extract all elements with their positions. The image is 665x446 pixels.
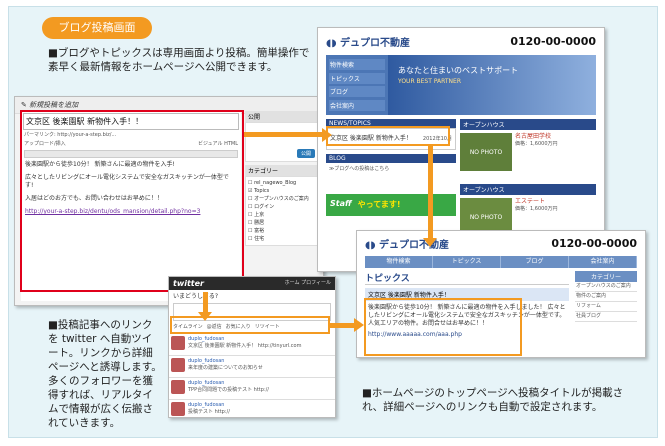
blog-link[interactable]: ≫ブログへの投稿はこちら — [326, 163, 456, 176]
twitter-logo[interactable]: twitter — [173, 279, 204, 288]
site-logo: ◖◗ デュプロ不動産 — [326, 38, 411, 49]
category-item[interactable]: ☐ 上京 — [248, 211, 316, 219]
tweet-user: duplo_fudosan — [188, 336, 225, 342]
page2-nav: 物件検索 トピックス ブログ 会社案内 — [365, 256, 637, 268]
arrow-head — [354, 318, 364, 332]
editor-header-text: 新規投稿を追加 — [29, 101, 79, 109]
listing-title[interactable]: 名古屋田学校 — [515, 133, 558, 141]
editor-sidebar: 公開 公開 カテゴリー ☐ rel_nagewo_Blog ☑ Topics ☐… — [245, 111, 319, 301]
page2-phone: 0120-00-0000 — [551, 237, 637, 250]
arrow-editor-to-twitter — [203, 292, 208, 314]
sidebar-title: カテゴリー — [575, 271, 637, 282]
tweet-row[interactable]: duplo_fudosan 文京区 後楽園駅 新物件入手！ http://tiny… — [169, 334, 335, 356]
nav-item[interactable]: 物件検索 — [329, 59, 385, 71]
publish-button[interactable]: 公開 — [296, 149, 315, 158]
nav-item[interactable]: ブログ — [501, 256, 569, 268]
tweet-highlight — [170, 316, 330, 334]
nav-item[interactable]: トピックス — [433, 256, 501, 268]
intro-text: ■ブログやトピックスは専用画面より投稿。簡単操作で素早く最新情報をホームページへ… — [48, 47, 310, 73]
arrow-editor-to-site — [244, 132, 324, 137]
sidebar-item[interactable]: 社員ブログ — [575, 312, 637, 322]
arrow-twitter-to-page — [330, 323, 356, 328]
hero-banner: あなたと住まいのベストサポート YOUR BEST PARTNER — [388, 55, 596, 115]
editor-highlight — [20, 110, 244, 292]
publish-panel: 公開 — [245, 111, 319, 122]
twitter-screenshot: twitter ホーム プロフィール いまどうしてる? タイムライン @返信 お… — [168, 276, 336, 418]
sidebar-item[interactable]: リフォーム — [575, 302, 637, 312]
category-item[interactable]: ☐ オープンハウスのご案内 — [248, 195, 316, 203]
category-item[interactable]: ☐ 富裕 — [248, 227, 316, 235]
tweet-list: duplo_fudosan 文京区 後楽園駅 新物件入手！ http://tiny… — [169, 334, 335, 417]
arrow-head — [198, 312, 212, 321]
tweet-user: duplo_fudosan — [188, 380, 225, 386]
category-item[interactable]: ☐ rel_nagewo_Blog — [248, 179, 316, 187]
category-panel: カテゴリー — [245, 165, 319, 176]
avatar — [171, 358, 185, 372]
hero-sub: YOUR BEST PARTNER — [398, 78, 461, 85]
hero-title: あなたと住まいのベストサポート — [398, 66, 519, 75]
nav-item[interactable]: トピックス — [329, 72, 385, 84]
arrow-head — [322, 128, 332, 142]
nav-item[interactable]: ブログ — [329, 86, 385, 98]
home-link[interactable]: ホーム — [285, 280, 300, 286]
tweet-user: duplo_fudosan — [188, 402, 225, 408]
category-item[interactable]: ☐ 勝居 — [248, 219, 316, 227]
blog-bar: BLOG — [326, 154, 456, 163]
tweet-text: 文京区 後楽園駅 新物件入手！ http://tinyurl.com — [188, 343, 302, 349]
arrow-site-down — [428, 146, 433, 240]
nav-item[interactable]: 会社案内 — [329, 99, 385, 111]
category-item[interactable]: ☑ Topics — [248, 187, 316, 195]
category-item[interactable]: ☐ ログイン — [248, 203, 316, 211]
tweet-text: TPP合同問題での投稿テスト http:// — [188, 387, 269, 393]
open-house-label-2: オープンハウス — [460, 184, 596, 195]
tweet-row[interactable]: duplo_fudosan 投稿テスト http:// — [169, 400, 335, 417]
compose-label: いまどうしてる? — [173, 293, 219, 300]
site-phone: 0120-00-0000 — [510, 35, 596, 48]
listing-price: 価格：1,6000万円 — [515, 141, 558, 147]
avatar — [171, 380, 185, 394]
profile-link[interactable]: プロフィール — [301, 280, 331, 286]
nav-item[interactable]: 物件検索 — [365, 256, 433, 268]
nav-item[interactable]: 会社案内 — [569, 256, 637, 268]
left-note: ■投稿記事へのリンクを twitter へ自動ツイート。リンクから詳細ページへと… — [48, 319, 162, 429]
banner-text: やってます! — [357, 200, 401, 209]
topic-highlight — [326, 126, 450, 146]
category-item[interactable]: ☐ 住宅 — [248, 235, 316, 243]
avatar — [171, 336, 185, 350]
site-nav: 物件検索 トピックス ブログ 会社案内 — [326, 55, 388, 115]
open-house-label: オープンハウス — [460, 119, 596, 130]
page2-heading: トピックス — [365, 271, 569, 285]
sidebar-item[interactable]: 物件のご案内 — [575, 292, 637, 302]
tweet-text: 投稿テスト http:// — [188, 409, 230, 415]
tweet-row[interactable]: duplo_fudosan 来年度の建築についてのお知らせ — [169, 356, 335, 378]
section-badge: ブログ投稿画面 — [42, 17, 152, 39]
listing-title-2[interactable]: エステート — [515, 198, 558, 206]
tweet-user: duplo_fudosan — [188, 358, 225, 364]
tweet-text: 来年度の建築についてのお知らせ — [188, 365, 263, 371]
arrow-head — [423, 238, 437, 247]
right-note: ■ホームページのトップページへ投稿タイトルが掲載され、詳細ページへのリンクも自動… — [362, 387, 624, 413]
sidebar-item[interactable]: オープンハウスのご案内 — [575, 282, 637, 292]
staff-banner[interactable]: Staff やってます! — [326, 194, 456, 216]
listing-photo[interactable]: NO PHOTO — [460, 133, 512, 171]
post-highlight — [364, 298, 522, 356]
category-list: ☐ rel_nagewo_Blog ☑ Topics ☐ オープンハウスのご案内… — [245, 176, 319, 246]
tweet-row[interactable]: duplo_fudosan TPP合同問題での投稿テスト http:// — [169, 378, 335, 400]
avatar — [171, 402, 185, 416]
listing-price-2: 価格：1,6000万円 — [515, 206, 558, 212]
